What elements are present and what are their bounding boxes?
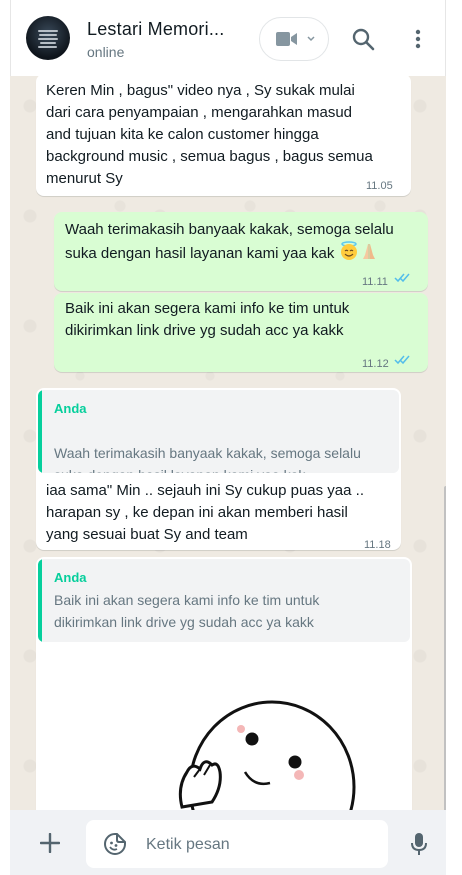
quoted-message[interactable]: Anda Waah terimakasih banyaak kakak, sem…: [38, 390, 399, 473]
message-incoming[interactable]: Keren Min , bagus" video nya , Sy sukak …: [36, 76, 411, 196]
message-text: iaa sama" Min .. sejauh ini Sy cukup pua…: [46, 482, 364, 543]
quote-text: Baik ini akan segera kami info ke tim un…: [54, 592, 320, 630]
message-text: Waah terimakasih banyaak kakak, semoga s…: [65, 221, 394, 262]
video-call-button[interactable]: [259, 17, 329, 61]
quote-accent-bar: [38, 559, 42, 642]
plus-icon[interactable]: [40, 833, 60, 853]
message-text: Baik ini akan segera kami info ke tim un…: [65, 300, 350, 339]
menu-icon[interactable]: [412, 27, 424, 51]
message-incoming-sticker[interactable]: Anda Baik ini akan segera kami info ke t…: [36, 557, 412, 810]
quote-accent-bar: [38, 390, 42, 473]
mic-icon[interactable]: [410, 832, 428, 856]
video-call-icon: [276, 32, 297, 46]
chat-scrollbar[interactable]: [444, 486, 446, 810]
message-outgoing[interactable]: Baik ini akan segera kami info ke tim un…: [54, 293, 428, 372]
message-outgoing[interactable]: Waah terimakasih banyaak kakak, semoga s…: [54, 212, 428, 291]
contact-name[interactable]: Lestari Memori...: [87, 19, 224, 40]
whatsapp-window: Lestari Memori... online Keren Min , bag…: [0, 0, 462, 875]
avatar[interactable]: [26, 16, 70, 60]
search-icon[interactable]: [351, 27, 375, 51]
message-time: 11.18: [364, 539, 391, 551]
quoted-message[interactable]: Anda Baik ini akan segera kami info ke t…: [38, 559, 410, 642]
sticker-image[interactable]: [142, 677, 362, 810]
chat-area[interactable]: Keren Min , bagus" video nya , Sy sukak …: [10, 76, 446, 810]
smiling-face-with-halo-icon: [340, 241, 357, 260]
quote-author: Anda: [54, 570, 87, 585]
read-ticks-icon: [394, 273, 410, 283]
message-input[interactable]: [144, 830, 378, 860]
contact-status: online: [87, 44, 125, 60]
message-input-box[interactable]: [86, 820, 388, 868]
chevron-down-icon: [307, 36, 315, 42]
quote-author: Anda: [54, 401, 87, 416]
message-time: 11.11: [362, 276, 388, 288]
message-text: Keren Min , bagus" video nya , Sy sukak …: [46, 82, 373, 187]
message-time: 11.05: [366, 180, 393, 192]
sticker-icon[interactable]: [103, 832, 127, 856]
folded-hands-icon: [362, 244, 375, 259]
quote-text: Waah terimakasih banyaak kakak, semoga s…: [54, 420, 394, 473]
read-ticks-icon: [394, 355, 410, 365]
message-time: 11.12: [362, 358, 389, 370]
composer-bar: [10, 810, 446, 875]
message-incoming-reply[interactable]: Anda Waah terimakasih banyaak kakak, sem…: [36, 388, 401, 551]
chat-header: Lestari Memori... online: [10, 0, 446, 76]
